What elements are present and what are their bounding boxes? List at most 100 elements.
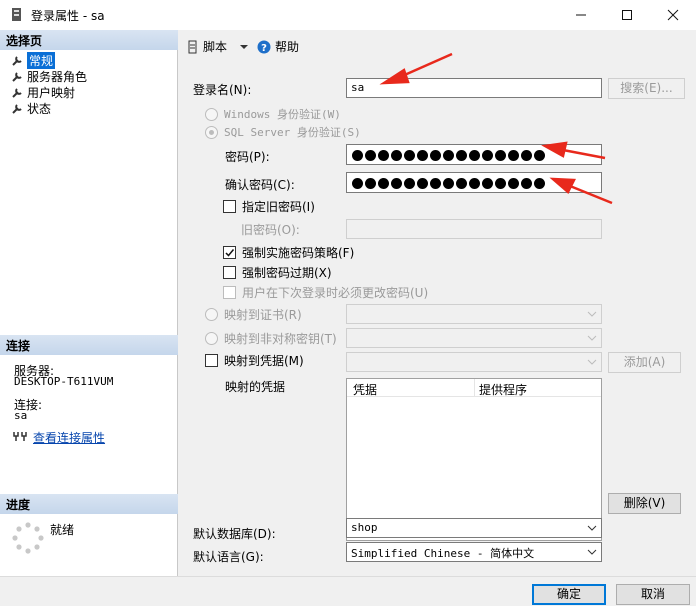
password-mask <box>351 147 597 161</box>
maximize-icon <box>622 10 632 20</box>
help-label: 帮助 <box>275 40 300 54</box>
view-connection-properties-link[interactable]: 查看连接属性 <box>33 429 105 446</box>
wrench-icon <box>12 103 22 114</box>
search-button[interactable]: 搜索(E)... <box>608 78 685 99</box>
specify-old-password-label: 指定旧密码(I) <box>242 200 315 214</box>
cancel-button[interactable]: 取消 <box>616 584 690 605</box>
windows-auth-radio[interactable]: Windows 身份验证(W) <box>205 106 341 122</box>
checkbox-box <box>223 266 236 279</box>
script-label: 脚本 <box>203 40 228 54</box>
must-change-checkbox[interactable]: 用户在下次登录时必须更改密码(U) <box>223 284 428 301</box>
help-button[interactable]: ? 帮助 <box>257 38 299 55</box>
chevron-down-icon <box>587 525 597 531</box>
checkmark-icon <box>225 249 235 257</box>
password-input[interactable] <box>346 144 602 165</box>
sidebar-item-user-mapping[interactable]: 用户映射 <box>12 84 75 100</box>
sidebar-item-status[interactable]: 状态 <box>12 100 51 116</box>
default-database-value: shop <box>351 521 378 534</box>
maximize-button[interactable] <box>604 0 650 30</box>
remove-credential-button[interactable]: 删除(V) <box>608 493 681 514</box>
sidebar-item-label: 常规 <box>27 51 56 69</box>
script-button[interactable]: 脚本 <box>187 38 249 55</box>
server-value: DESKTOP-T611VUM <box>14 375 114 388</box>
default-database-select[interactable]: shop <box>346 518 602 538</box>
checkbox-box <box>205 354 218 367</box>
chevron-down-icon <box>587 359 597 365</box>
map-cert-label: 映射到证书(R) <box>224 308 302 322</box>
map-credential-label: 映射到凭据(M) <box>224 354 304 368</box>
svg-text:?: ? <box>261 43 267 54</box>
mapped-credentials-table[interactable]: 凭据 提供程序 <box>346 378 602 541</box>
windows-auth-label: Windows 身份验证(W) <box>224 108 341 121</box>
window-title: 登录属性 - sa <box>31 9 105 23</box>
sql-auth-radio[interactable]: SQL Server 身份验证(S) <box>205 124 361 140</box>
map-credential-checkbox[interactable]: 映射到凭据(M) <box>205 352 304 369</box>
chevron-down-icon <box>587 311 597 317</box>
sidebar-item-label: 服务器角色 <box>27 69 88 84</box>
progress-header: 进度 <box>0 494 178 514</box>
confirm-password-label: 确认密码(C): <box>225 178 295 192</box>
select-page-header: 选择页 <box>0 30 178 50</box>
close-icon <box>667 9 679 21</box>
wrench-icon <box>12 71 22 82</box>
column-header-provider[interactable]: 提供程序 <box>475 379 531 397</box>
default-language-value: Simplified Chinese - 简体中文 <box>351 547 535 560</box>
sidebar-item-label: 状态 <box>27 101 52 116</box>
specify-old-password-checkbox[interactable]: 指定旧密码(I) <box>223 198 315 215</box>
add-credential-button[interactable]: 添加(A) <box>608 352 681 373</box>
confirm-password-input[interactable] <box>346 172 602 193</box>
credential-select[interactable] <box>346 352 602 372</box>
ok-button[interactable]: 确定 <box>532 584 606 605</box>
map-cert-radio[interactable]: 映射到证书(R) <box>205 306 302 323</box>
sql-auth-label: SQL Server 身份验证(S) <box>224 126 361 139</box>
enforce-policy-label: 强制实施密码策略(F) <box>242 246 355 260</box>
login-name-label: 登录名(N): <box>193 83 252 97</box>
connection-header: 连接 <box>0 335 178 355</box>
script-icon <box>188 40 197 53</box>
must-change-label: 用户在下次登录时必须更改密码(U) <box>242 286 429 300</box>
password-label: 密码(P): <box>225 150 270 164</box>
asym-key-select[interactable] <box>346 328 602 348</box>
sidebar-item-server-roles[interactable]: 服务器角色 <box>12 68 87 84</box>
chevron-down-icon <box>240 44 249 49</box>
enforce-expiration-checkbox[interactable]: 强制密码过期(X) <box>223 264 332 281</box>
checkbox-box <box>223 246 236 259</box>
sidebar-item-general[interactable]: 常规 <box>12 51 56 69</box>
main-panel: 脚本 ? 帮助 登录名(N): sa 搜索(E)... Windows 身份验证… <box>179 30 696 576</box>
radio-indicator <box>205 107 218 121</box>
radio-indicator <box>205 308 218 321</box>
chevron-down-icon <box>587 335 597 341</box>
old-password-label: 旧密码(O): <box>241 223 300 237</box>
minimize-icon <box>576 14 586 16</box>
login-name-input[interactable]: sa <box>346 78 602 98</box>
default-language-select[interactable]: Simplified Chinese - 简体中文 <box>346 542 602 562</box>
mapped-credentials-label: 映射的凭据 <box>225 380 286 394</box>
old-password-input[interactable] <box>346 219 602 239</box>
connection-icon <box>13 432 27 441</box>
checkbox-box <box>223 200 236 213</box>
default-database-label: 默认数据库(D): <box>193 527 276 541</box>
minimize-button[interactable] <box>558 0 604 30</box>
column-header-credential[interactable]: 凭据 <box>347 379 475 397</box>
progress-status: 就绪 <box>50 523 75 537</box>
close-button[interactable] <box>650 0 696 30</box>
dialog-footer: 确定 取消 <box>0 576 696 606</box>
radio-indicator <box>205 332 218 345</box>
radio-indicator <box>205 125 218 139</box>
sidebar: 选择页 常规 服务器角色 用户映射 状态 连接 服务器: DESKTOP-T61… <box>0 30 178 576</box>
title-bar: 登录属性 - sa <box>0 0 696 30</box>
map-asym-key-label: 映射到非对称密钥(T) <box>224 332 337 346</box>
enforce-expiration-label: 强制密码过期(X) <box>242 266 332 280</box>
connection-value: sa <box>14 409 28 422</box>
table-header: 凭据 提供程序 <box>347 379 601 397</box>
checkbox-box <box>223 286 236 299</box>
sidebar-item-label: 用户映射 <box>27 85 76 100</box>
help-icon: ? <box>257 40 271 54</box>
map-asym-key-radio[interactable]: 映射到非对称密钥(T) <box>205 330 337 347</box>
default-language-label: 默认语言(G): <box>193 550 264 564</box>
cert-select[interactable] <box>346 304 602 324</box>
chevron-down-icon <box>587 549 597 555</box>
wrench-icon <box>12 87 22 98</box>
progress-spinner-icon <box>12 522 44 554</box>
enforce-policy-checkbox[interactable]: 强制实施密码策略(F) <box>223 244 354 261</box>
